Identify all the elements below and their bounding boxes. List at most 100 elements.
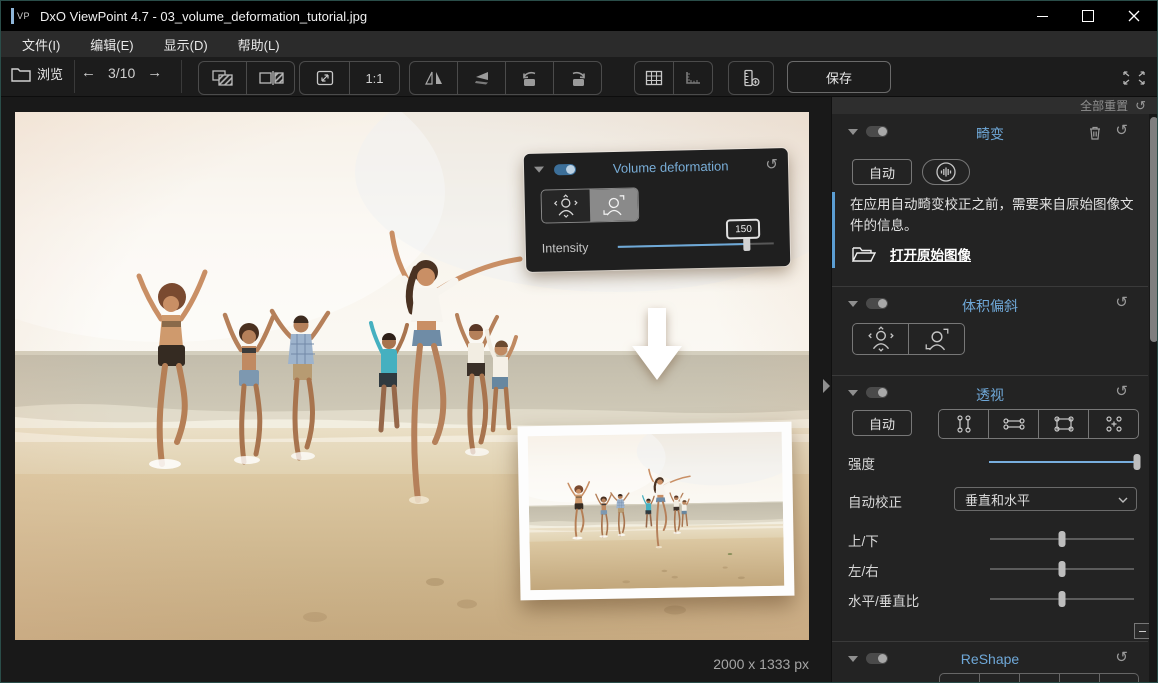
save-label: 保存 — [826, 68, 852, 87]
eight-points-button[interactable] — [1088, 410, 1138, 438]
close-button[interactable] — [1111, 1, 1157, 31]
collapse-icon — [534, 167, 544, 173]
rotate-left-icon — [519, 69, 541, 88]
reshape-tool-button[interactable] — [1019, 674, 1059, 683]
hv-ratio-slider[interactable] — [990, 598, 1134, 600]
maximize-icon — [1082, 10, 1094, 22]
flip-vertical-icon — [471, 69, 493, 87]
ruler-button[interactable] — [673, 62, 712, 94]
reshape-tool-button[interactable] — [1059, 674, 1099, 683]
volume-horizontal-mode-button[interactable] — [853, 324, 908, 354]
flip-horizontal-button[interactable] — [410, 62, 457, 94]
next-image-button[interactable]: → — [147, 64, 162, 81]
force-vertical-button[interactable] — [939, 410, 988, 438]
transform-group — [409, 61, 602, 95]
browse-label: 浏览 — [37, 64, 63, 83]
perspective-intensity-slider[interactable] — [989, 461, 1137, 463]
updown-label: 上/下 — [848, 530, 879, 550]
fit-screen-button[interactable] — [300, 62, 349, 94]
eight-points-icon — [1099, 414, 1129, 434]
image-position: 3/10 — [108, 65, 135, 81]
vertical-parallels-icon — [949, 414, 979, 434]
volume-diagonal-mode-button[interactable] — [908, 324, 964, 354]
minus-icon — [1139, 631, 1146, 632]
grid-button[interactable] — [635, 62, 673, 94]
intensity-slider: 150 — [618, 242, 774, 248]
rotate-left-button[interactable] — [505, 62, 553, 94]
photo-view[interactable]: Volume deformation ↺ — [15, 112, 809, 640]
perspective-panel-title: 透视 — [832, 385, 1148, 405]
menu-edit[interactable]: 编辑(E) — [75, 31, 148, 57]
trash-icon[interactable] — [1088, 125, 1102, 140]
force-rectangle-button[interactable] — [1038, 410, 1088, 438]
zoom-100-button[interactable]: 1:1 — [349, 62, 399, 94]
compare-split-icon — [258, 69, 284, 87]
reshape-tool-button[interactable] — [940, 674, 979, 683]
open-folder-icon — [852, 245, 876, 263]
updown-slider[interactable] — [990, 538, 1134, 540]
panel-scroll-minus-button[interactable] — [1134, 623, 1150, 639]
compare-overlay-button[interactable] — [199, 62, 246, 94]
reshape-tool-button[interactable] — [1099, 674, 1138, 683]
person-arrows-icon — [553, 194, 580, 219]
down-arrow-graphic — [632, 308, 682, 380]
reset-all-bar: 全部重置 ↺ — [832, 97, 1158, 114]
rotate-right-button[interactable] — [553, 62, 601, 94]
autocorrect-label: 自动校正 — [848, 491, 902, 511]
browse-button[interactable]: 浏览 — [11, 64, 63, 83]
info-accent-bar — [832, 192, 835, 268]
measure-settings-group — [728, 61, 774, 95]
fullscreen-button[interactable] — [1121, 65, 1147, 87]
force-horizontal-button[interactable] — [988, 410, 1038, 438]
ruler-settings-icon — [741, 69, 761, 87]
reset-all-icon[interactable]: ↺ — [1135, 99, 1146, 112]
distortion-reset-icon[interactable]: ↺ — [1115, 123, 1128, 138]
fit-screen-icon — [316, 70, 334, 86]
open-original-link[interactable]: 打开原始图像 — [852, 244, 971, 264]
wave-circle-icon — [935, 161, 957, 183]
perspective-reset-icon[interactable]: ↺ — [1115, 384, 1128, 399]
after-photo-thumbnail — [518, 422, 795, 601]
image-navigator: ← 3/10 → — [81, 64, 162, 81]
save-button[interactable]: 保存 — [787, 61, 891, 93]
volume-reset-icon[interactable]: ↺ — [1115, 295, 1128, 310]
sidebar-collapse-handle[interactable] — [823, 379, 830, 393]
autocorrect-value: 垂直和水平 — [965, 490, 1030, 509]
app-window: VP DxO ViewPoint 4.7 - 03_volume_deforma… — [0, 0, 1158, 683]
scrollbar-thumb[interactable] — [1150, 117, 1158, 342]
distortion-manual-button[interactable] — [922, 159, 970, 185]
close-icon — [1128, 10, 1140, 22]
menu-file[interactable]: 文件(I) — [7, 31, 75, 57]
zoom-group: 1:1 — [299, 61, 400, 95]
minimize-icon — [1037, 16, 1048, 17]
volume-deformation-overlay-panel: Volume deformation ↺ — [524, 148, 791, 272]
volume-mode-group — [852, 323, 965, 355]
autocorrect-dropdown[interactable]: 垂直和水平 — [954, 487, 1137, 511]
perspective-auto-button[interactable]: 自动 — [852, 410, 912, 436]
horizontal-parallels-icon — [999, 414, 1029, 434]
compare-split-button[interactable] — [246, 62, 294, 94]
intensity-value-bubble: 150 — [726, 219, 760, 240]
menu-help[interactable]: 帮助(L) — [223, 31, 295, 57]
info-text: 在应用自动畸变校正之前，需要来自原始图像文件的信息。 — [850, 194, 1142, 236]
reshape-reset-icon[interactable]: ↺ — [1115, 650, 1128, 665]
leftright-slider[interactable] — [990, 568, 1134, 570]
sidebar-scrollbar[interactable] — [1149, 114, 1158, 683]
compare-overlay-icon — [211, 69, 235, 87]
distortion-panel-header: 畸变 ↺ — [832, 117, 1148, 147]
flip-vertical-button[interactable] — [457, 62, 505, 94]
reset-all-button[interactable]: 全部重置 — [1080, 97, 1128, 114]
volume-panel-title: 体积偏斜 — [832, 296, 1148, 316]
minimize-button[interactable] — [1019, 1, 1065, 31]
distortion-auto-button[interactable]: 自动 — [852, 159, 912, 185]
reshape-tools-group — [939, 673, 1139, 683]
menu-bar: 文件(I) 编辑(E) 显示(D) 帮助(L) — [1, 31, 1157, 57]
reshape-tool-button[interactable] — [979, 674, 1019, 683]
menu-view[interactable]: 显示(D) — [149, 31, 223, 57]
ruler-settings-button[interactable] — [729, 62, 773, 94]
prev-image-button[interactable]: ← — [81, 64, 96, 81]
rotate-right-icon — [567, 69, 589, 88]
image-canvas[interactable]: Volume deformation ↺ — [1, 97, 831, 683]
perspective-tools-group — [938, 409, 1139, 439]
maximize-button[interactable] — [1065, 1, 1111, 31]
